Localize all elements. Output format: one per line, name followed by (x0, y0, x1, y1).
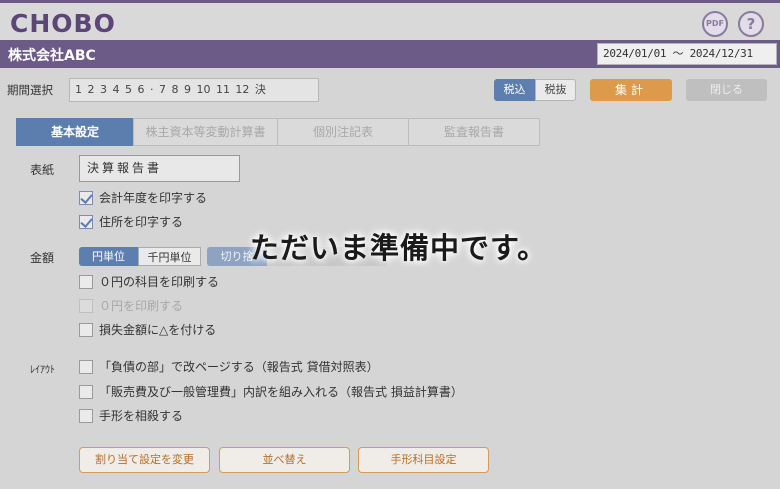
checkbox[interactable] (79, 191, 93, 205)
period-select-label: 期間選択 (7, 83, 53, 97)
under-construction-message: ただいま準備中です。 (250, 231, 548, 265)
unit-thousand-toggle[interactable]: 千円単位 (138, 247, 201, 266)
loss-triangle-checkbox[interactable]: 損失金額に△を付ける (79, 322, 216, 338)
cover-title-input[interactable]: 決算報告書 (79, 155, 240, 182)
tax-excluded-toggle[interactable]: 税抜 (535, 79, 576, 101)
print-zero-yen-checkbox: ０円を印刷する (79, 298, 183, 314)
change-allocation-button[interactable]: 割り当て設定を変更 (79, 447, 210, 473)
checkbox[interactable] (79, 323, 93, 337)
help-icon[interactable]: ? (738, 11, 764, 37)
tab-equity-statement[interactable]: 株主資本等変動計算書 (133, 118, 278, 146)
checkbox[interactable] (79, 275, 93, 289)
reorder-button[interactable]: 並べ替え (219, 447, 350, 473)
pdf-icon[interactable]: PDF (702, 11, 728, 37)
bill-account-setting-button[interactable]: 手形科目設定 (358, 447, 489, 473)
tab-basic-settings[interactable]: 基本設定 (16, 118, 134, 146)
unit-yen-toggle[interactable]: 円単位 (79, 247, 138, 266)
checkbox (79, 299, 93, 313)
tab-notes[interactable]: 個別注記表 (277, 118, 409, 146)
cover-label: 表紙 (30, 163, 55, 177)
print-fiscal-year-checkbox[interactable]: 会計年度を印字する (79, 190, 207, 206)
month-selector[interactable]: 1 2 3 4 5 6 · 7 8 9 10 11 12 決 (69, 78, 319, 102)
tax-included-toggle[interactable]: 税込 (494, 79, 535, 101)
offset-bills-checkbox[interactable]: 手形を相殺する (79, 408, 183, 424)
tab-audit-report[interactable]: 監査報告書 (408, 118, 540, 146)
amount-label: 金額 (30, 251, 55, 265)
app-logo: CHOBO (10, 9, 116, 38)
checkbox[interactable] (79, 215, 93, 229)
checkbox[interactable] (79, 385, 93, 399)
checkbox[interactable] (79, 360, 93, 374)
checkbox[interactable] (79, 409, 93, 423)
calculate-button[interactable]: 集計 (590, 79, 672, 101)
print-zero-accounts-checkbox[interactable]: ０円の科目を印刷する (79, 274, 219, 290)
close-button[interactable]: 閉じる (686, 79, 767, 101)
layout-label: ﾚｲｱｳﾄ (30, 365, 55, 376)
fiscal-period-display: 2024/01/01 〜 2024/12/31 (597, 43, 777, 65)
print-address-checkbox[interactable]: 住所を印字する (79, 214, 183, 230)
page-break-liabilities-checkbox[interactable]: 「負債の部」で改ページする（報告式 貸借対照表） (79, 359, 379, 375)
top-bar: CHOBO PDF ? (0, 0, 780, 42)
company-name: 株式会社ABC (8, 48, 96, 64)
include-sga-breakdown-checkbox[interactable]: 「販売費及び一般管理費」内訳を組み入れる（報告式 損益計算書） (79, 384, 463, 400)
